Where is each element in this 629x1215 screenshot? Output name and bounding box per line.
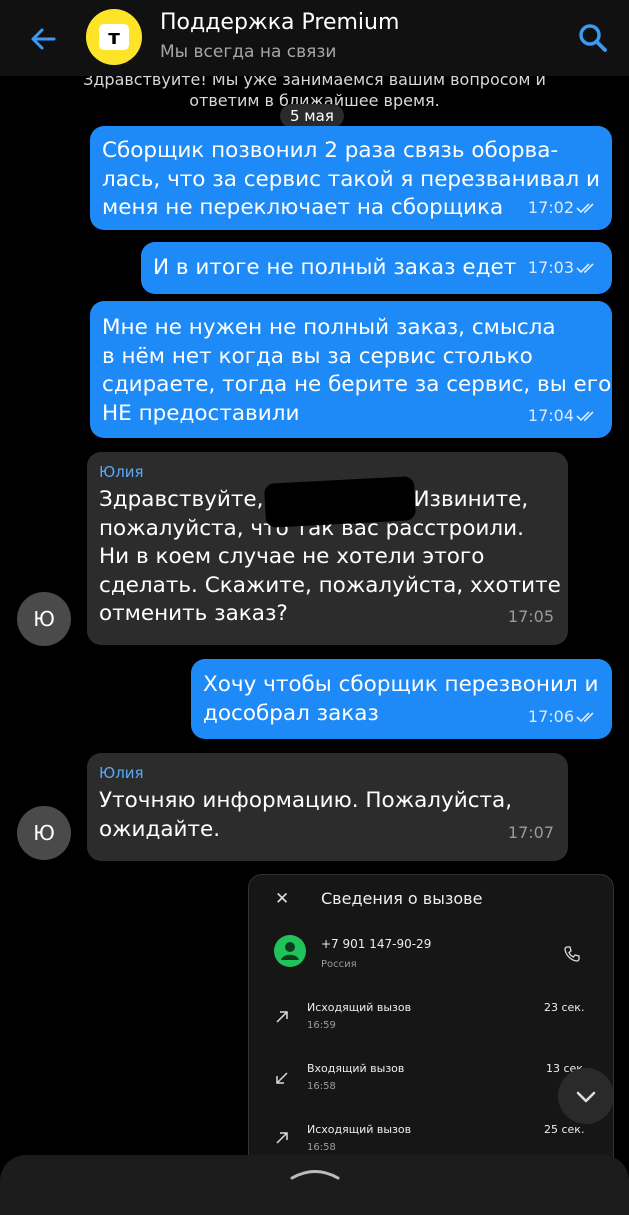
call-type: Входящий вызов bbox=[307, 1062, 405, 1075]
call-type: Исходящий вызов bbox=[307, 1001, 412, 1014]
incoming-message[interactable]: Юлия Уточняю информацию. Пожалуйста, ожи… bbox=[87, 753, 568, 861]
message-line: ожидайте. bbox=[99, 816, 221, 842]
message-line: сдираете, тогда не берите за сервис, вы … bbox=[102, 372, 612, 397]
sender-name[interactable]: Юлия bbox=[99, 462, 556, 482]
message-line: Хочу чтобы сборщик перезвонил и bbox=[203, 672, 599, 697]
expand-handle-icon[interactable] bbox=[288, 1165, 342, 1181]
back-arrow-icon[interactable] bbox=[26, 22, 60, 56]
contact-country: Россия bbox=[321, 959, 357, 970]
outgoing-message[interactable]: Сборщик позвонил 2 раза связь оборва- ла… bbox=[90, 126, 612, 230]
outgoing-call-icon bbox=[276, 1011, 288, 1023]
read-ticks-icon bbox=[576, 263, 594, 274]
message-time: 17:05 bbox=[507, 606, 554, 626]
message-line: Ни в коем случае не хотели этого bbox=[99, 544, 485, 569]
message-line: Сборщик позвонил 2 раза связь оборва- bbox=[102, 138, 559, 163]
date-separator: 5 мая bbox=[280, 104, 344, 128]
call-time: 16:58 bbox=[307, 1142, 336, 1153]
scroll-down-button[interactable] bbox=[558, 1068, 614, 1124]
read-ticks-icon bbox=[576, 203, 594, 214]
message-line: лась, что за сервис такой я перезванивал… bbox=[102, 166, 601, 192]
message-line: Уточняю информацию. Пожалуйста, bbox=[99, 788, 513, 813]
call-type: Исходящий вызов bbox=[307, 1123, 412, 1136]
read-ticks-icon bbox=[576, 411, 594, 422]
message-line: Мне не нужен не полный заказ, смысла bbox=[102, 315, 556, 340]
chat-title[interactable]: Поддержка Premium bbox=[160, 10, 399, 35]
read-ticks-icon bbox=[576, 712, 594, 723]
channel-logo[interactable]: т bbox=[86, 9, 142, 65]
message-line: в нём нет когда вы за сервис столько bbox=[102, 343, 533, 369]
message-time: 17:06 bbox=[528, 703, 598, 732]
message-time: 17:07 bbox=[507, 822, 554, 842]
call-time: 16:58 bbox=[307, 1081, 336, 1092]
message-line: меня не переключает на сборщика bbox=[102, 195, 504, 220]
chevron-down-icon bbox=[576, 1091, 596, 1103]
phone-icon bbox=[564, 946, 580, 962]
close-icon: ✕ bbox=[275, 889, 290, 909]
time-label: 17:03 bbox=[527, 257, 574, 277]
avatar[interactable]: Ю bbox=[17, 592, 71, 646]
call-details-title: Сведения о вызове bbox=[321, 889, 483, 908]
redaction-mark bbox=[263, 476, 417, 528]
message-line: сделать. Скажите, пожалуйста, ххотите bbox=[99, 572, 561, 598]
incoming-call-icon bbox=[276, 1072, 288, 1084]
previous-message-line: Здравствуйте! Мы уже занимаемся вашим во… bbox=[83, 76, 546, 89]
message-time: 17:03 bbox=[528, 254, 598, 283]
input-panel[interactable] bbox=[0, 1155, 629, 1215]
call-details-image[interactable]: ✕ Сведения о вызове +7 901 147-90-29 Рос… bbox=[248, 874, 614, 1176]
call-time: 16:59 bbox=[307, 1020, 336, 1031]
message-text: Здравствуйте, bbox=[99, 487, 264, 512]
chat-subtitle: Мы всегда на связи bbox=[160, 42, 337, 62]
outgoing-message[interactable]: Мне не нужен не полный заказ, смысла в н… bbox=[90, 301, 612, 438]
outgoing-message[interactable]: И в итоге не полный заказ едет 17:03 bbox=[141, 242, 612, 294]
message-time: 17:04 bbox=[528, 402, 598, 431]
time-label: 17:02 bbox=[527, 197, 574, 217]
time-label: 17:06 bbox=[527, 706, 574, 726]
message-time: 17:02 bbox=[528, 194, 598, 223]
message-text: Извините, bbox=[413, 487, 529, 512]
contact-number: +7 901 147-90-29 bbox=[321, 937, 432, 951]
incoming-message[interactable]: Юлия Здравствуйте, Извините, пожалуйста, … bbox=[87, 452, 568, 645]
avatar[interactable]: Ю bbox=[17, 806, 71, 860]
time-label: 17:04 bbox=[527, 405, 574, 425]
search-icon[interactable] bbox=[577, 22, 609, 54]
contact-avatar-icon bbox=[274, 935, 306, 967]
logo-letter: т bbox=[99, 24, 129, 50]
chat-header: т Поддержка Premium Мы всегда на связи bbox=[0, 0, 629, 76]
outgoing-call-icon bbox=[276, 1132, 288, 1144]
sender-name[interactable]: Юлия bbox=[99, 763, 556, 783]
outgoing-message[interactable]: Хочу чтобы сборщик перезвонил и дособрал… bbox=[191, 659, 612, 739]
call-duration: 23 сек. bbox=[544, 1001, 585, 1014]
message-line: отменить заказ? bbox=[99, 601, 288, 626]
message-line: НЕ предоставили bbox=[102, 400, 300, 426]
call-duration: 25 сек. bbox=[544, 1123, 585, 1136]
